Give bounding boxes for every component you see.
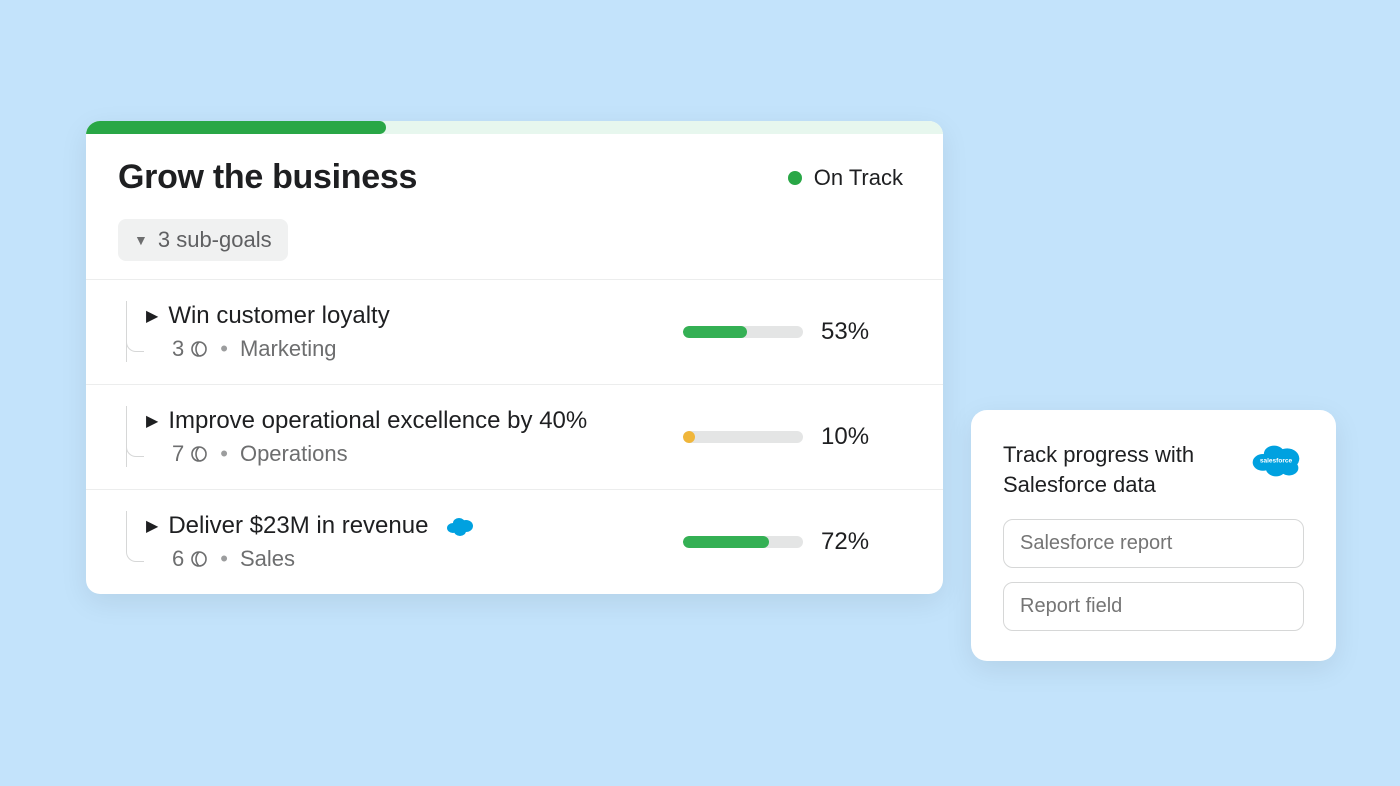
goal-blob-icon [190, 445, 208, 463]
dot-separator-icon: • [220, 441, 228, 467]
report-field-input[interactable] [1003, 582, 1304, 631]
svg-text:salesforce: salesforce [1260, 457, 1293, 464]
goal-title: Win customer loyalty [168, 302, 389, 330]
goal-title: Deliver $23M in revenue [168, 512, 428, 540]
goal-info: ▶ Win customer loyalty 3 • Marketing [146, 302, 683, 362]
salesforce-report-input[interactable] [1003, 519, 1304, 568]
tree-indent [86, 407, 146, 467]
status-dot-icon [788, 171, 802, 185]
dot-separator-icon: • [220, 546, 228, 572]
subgoal-count: 3 [172, 336, 208, 362]
goal-title: Improve operational excellence by 40% [168, 407, 587, 435]
expand-right-icon[interactable]: ▶ [146, 516, 158, 536]
goal-department: Sales [240, 546, 295, 572]
card-header: Grow the business On Track ▼ 3 sub-goals [86, 134, 943, 279]
dot-separator-icon: • [220, 336, 228, 362]
goal-blob-icon [190, 550, 208, 568]
goal-list: ▶ Win customer loyalty 3 • Marketing 53% ▶ Impr… [86, 279, 943, 594]
salesforce-cloud-icon [444, 515, 474, 537]
goal-card: Grow the business On Track ▼ 3 sub-goals… [86, 121, 943, 594]
card-progress-fill [86, 121, 386, 134]
goal-department: Operations [240, 441, 348, 467]
goal-progress: 53% [683, 318, 903, 346]
tree-indent [86, 512, 146, 572]
panel-title: Track progress with Salesforce data [1003, 440, 1223, 499]
progress-percent: 10% [821, 423, 879, 451]
progress-bar-track [683, 431, 803, 443]
goal-meta: 7 • Operations [172, 441, 683, 467]
progress-percent: 53% [821, 318, 879, 346]
card-progress-track [86, 121, 943, 134]
expand-right-icon[interactable]: ▶ [146, 411, 158, 431]
progress-bar-fill [683, 431, 695, 443]
goal-info: ▶ Improve operational excellence by 40% 7 •… [146, 407, 683, 467]
tree-indent [86, 302, 146, 362]
goal-info: ▶ Deliver $23M in revenue 6 • Sales [146, 512, 683, 572]
subgoals-label: 3 sub-goals [158, 227, 272, 253]
progress-percent: 72% [821, 528, 879, 556]
goal-blob-icon [190, 340, 208, 358]
caret-down-icon: ▼ [134, 232, 148, 248]
card-title: Grow the business [118, 158, 417, 197]
goal-row[interactable]: ▶ Win customer loyalty 3 • Marketing 53% [86, 280, 943, 385]
progress-bar-track [683, 326, 803, 338]
progress-bar-fill [683, 536, 769, 548]
status-label: On Track [814, 165, 903, 191]
goal-meta: 3 • Marketing [172, 336, 683, 362]
goal-department: Marketing [240, 336, 337, 362]
goal-row[interactable]: ▶ Deliver $23M in revenue 6 • Sales 72% [86, 490, 943, 594]
goal-row[interactable]: ▶ Improve operational excellence by 40% 7 •… [86, 385, 943, 490]
progress-bar-track [683, 536, 803, 548]
goal-meta: 6 • Sales [172, 546, 683, 572]
expand-right-icon[interactable]: ▶ [146, 306, 158, 326]
salesforce-logo-icon: salesforce [1248, 440, 1304, 480]
subgoals-toggle[interactable]: ▼ 3 sub-goals [118, 219, 288, 261]
status-badge: On Track [788, 165, 903, 191]
subgoal-count: 6 [172, 546, 208, 572]
salesforce-panel: Track progress with Salesforce data sale… [971, 410, 1336, 661]
goal-progress: 72% [683, 528, 903, 556]
progress-bar-fill [683, 326, 747, 338]
goal-progress: 10% [683, 423, 903, 451]
subgoal-count: 7 [172, 441, 208, 467]
